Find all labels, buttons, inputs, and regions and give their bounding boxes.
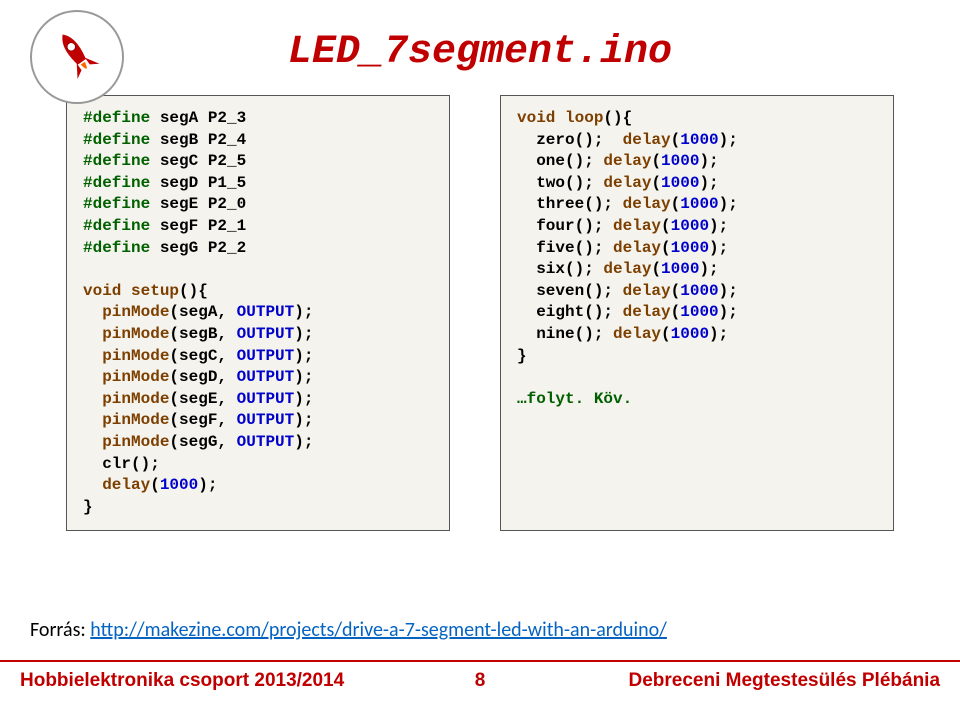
footer-bar: Hobbielektronika csoport 2013/2014 8 Deb…	[0, 660, 960, 702]
source-label: Forrás:	[30, 618, 90, 642]
code-box-loop: void loop(){ zero(); delay(1000); one();…	[500, 95, 894, 531]
slide-title: LED_7segment.ino	[0, 0, 960, 75]
footer-page-number: 8	[475, 670, 486, 692]
footer-right: Debreceni Megtestesülés Plébánia	[485, 670, 940, 692]
code-box-setup: #define segA P2_3 #define segB P2_4 #def…	[66, 95, 450, 531]
footer-left: Hobbielektronika csoport 2013/2014	[20, 670, 475, 692]
code-area: #define segA P2_3 #define segB P2_4 #def…	[0, 95, 960, 531]
source-link[interactable]: http://makezine.com/projects/drive-a-7-s…	[90, 618, 667, 642]
rocket-logo	[30, 10, 130, 110]
source-line: Forrás: http://makezine.com/projects/dri…	[30, 618, 667, 642]
